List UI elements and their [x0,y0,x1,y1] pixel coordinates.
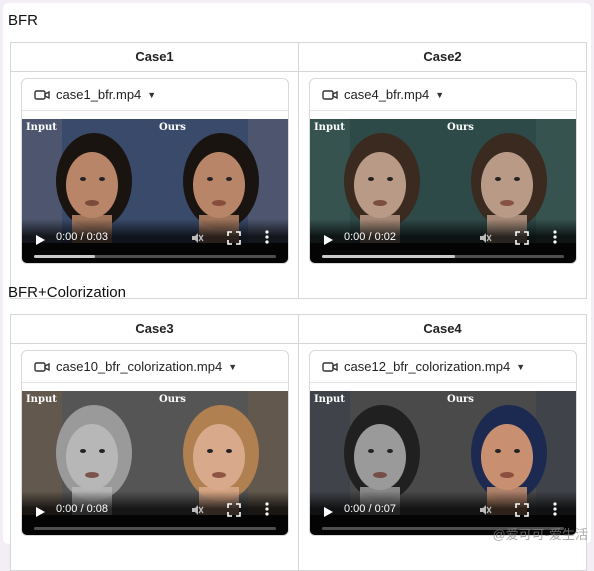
watermark: @爱可可-爱生活 [492,527,588,542]
progress-bar[interactable] [34,255,276,258]
video-player[interactable]: Input Ours [22,391,288,535]
video-camera-icon [34,89,50,100]
video-player[interactable]: Input Ours [22,119,288,263]
more-options-icon[interactable] [553,230,557,244]
section-title: BFR [8,12,38,29]
play-icon[interactable] [324,507,333,517]
chevron-down-icon: ▼ [516,361,526,372]
video-controls: 0:00 / 0:08 [22,491,288,535]
table-header-row: Case3 Case4 [11,315,586,344]
progress-bar[interactable] [34,527,276,530]
progress-bar[interactable] [322,255,564,258]
input-label: Input [314,122,345,133]
video-camera-icon [322,89,338,100]
ours-label: Ours [447,394,474,405]
fullscreen-icon[interactable] [515,503,529,517]
file-selector[interactable]: case12_bfr_colorization.mp4 ▼ [310,351,576,383]
mute-icon[interactable] [478,231,492,245]
play-icon[interactable] [36,235,45,245]
table-cell: case4_bfr.mp4 ▼ Input Ours 0:00 / 0:02 [299,72,586,298]
more-options-icon[interactable] [265,502,269,516]
video-card: case1_bfr.mp4 ▼ Input Ours 0:00 / 0:03 [21,78,289,264]
table-row: case1_bfr.mp4 ▼ Input Ours 0:00 / 0:03 c… [11,72,586,298]
chevron-down-icon: ▼ [147,89,157,100]
file-name: case10_bfr_colorization.mp4 [56,359,223,374]
comparison-table: Case1 Case2 case1_bfr.mp4 ▼ Input Ours 0… [10,42,587,299]
file-name: case4_bfr.mp4 [344,87,430,102]
ours-label: Ours [447,122,474,133]
input-label: Input [26,394,57,405]
mute-icon[interactable] [190,231,204,245]
fullscreen-icon[interactable] [227,503,241,517]
table-cell: case1_bfr.mp4 ▼ Input Ours 0:00 / 0:03 [11,72,299,298]
time-display: 0:00 / 0:08 [56,503,108,515]
video-player[interactable]: Input Ours [310,119,576,263]
column-header: Case2 [423,49,462,64]
mute-icon[interactable] [190,503,204,517]
video-controls: 0:00 / 0:02 [310,219,576,263]
table-cell: case10_bfr_colorization.mp4 ▼ Input Ours… [11,344,299,570]
section-title: BFR+Colorization [8,284,126,301]
column-header: Case3 [11,315,299,343]
play-icon[interactable] [324,235,333,245]
more-options-icon[interactable] [553,502,557,516]
fullscreen-icon[interactable] [227,231,241,245]
file-selector[interactable]: case4_bfr.mp4 ▼ [310,79,576,111]
file-selector[interactable]: case10_bfr_colorization.mp4 ▼ [22,351,288,383]
video-card: case10_bfr_colorization.mp4 ▼ Input Ours… [21,350,289,536]
table-header-row: Case1 Case2 [11,43,586,72]
time-display: 0:00 / 0:02 [344,231,396,243]
video-controls: 0:00 / 0:03 [22,219,288,263]
input-label: Input [314,394,345,405]
video-camera-icon [322,361,338,372]
time-display: 0:00 / 0:07 [344,503,396,515]
play-icon[interactable] [36,507,45,517]
progress-fill [34,255,95,258]
video-camera-icon [34,361,50,372]
column-header: Case1 [11,43,299,71]
progress-fill [322,255,456,258]
video-card: case12_bfr_colorization.mp4 ▼ Input Ours… [309,350,577,536]
mute-icon[interactable] [478,503,492,517]
fullscreen-icon[interactable] [515,231,529,245]
file-name: case1_bfr.mp4 [56,87,142,102]
ours-label: Ours [159,394,186,405]
video-card: case4_bfr.mp4 ▼ Input Ours 0:00 / 0:02 [309,78,577,264]
chevron-down-icon: ▼ [435,89,445,100]
chevron-down-icon: ▼ [228,361,238,372]
file-name: case12_bfr_colorization.mp4 [344,359,511,374]
time-display: 0:00 / 0:03 [56,231,108,243]
column-header: Case4 [423,321,462,336]
ours-label: Ours [159,122,186,133]
input-label: Input [26,122,57,133]
more-options-icon[interactable] [265,230,269,244]
file-selector[interactable]: case1_bfr.mp4 ▼ [22,79,288,111]
video-player[interactable]: Input Ours [310,391,576,535]
